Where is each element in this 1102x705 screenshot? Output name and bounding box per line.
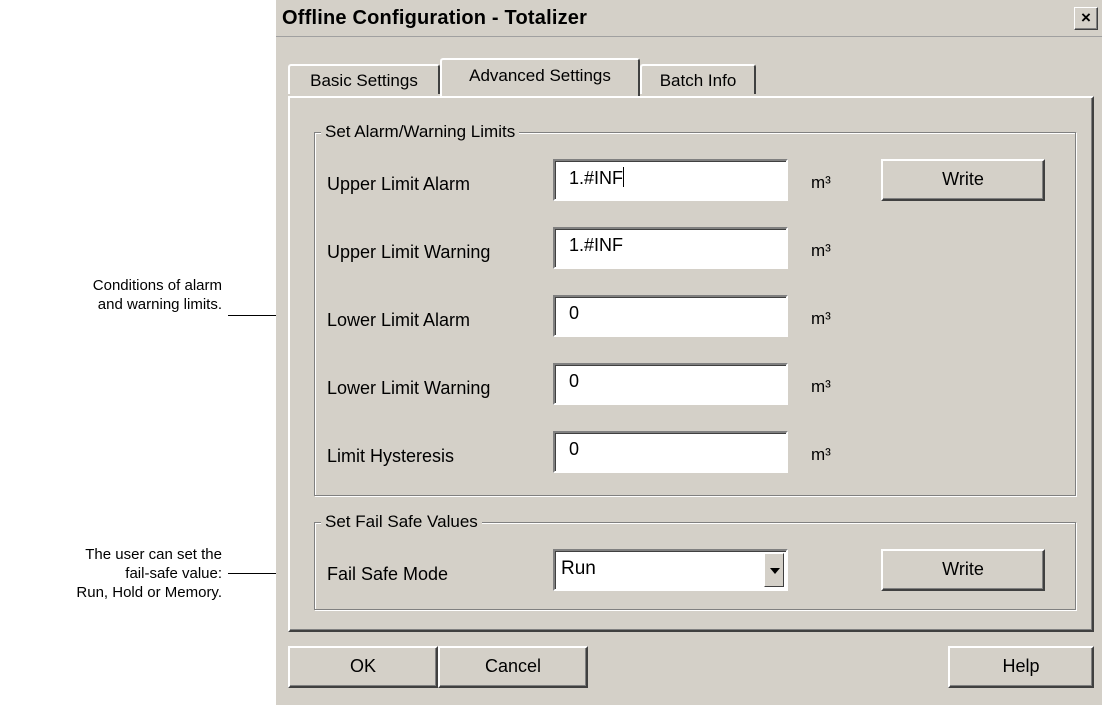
unit-label: m³ (811, 377, 831, 396)
upper-limit-warning-label: Upper Limit Warning (327, 242, 491, 262)
fail-safe-mode-label: Fail Safe Mode (327, 564, 449, 584)
chevron-down-icon[interactable] (764, 553, 784, 587)
upper-limit-warning-input[interactable]: 1.#INF (553, 227, 788, 269)
write-failsafe-button[interactable]: Write (881, 549, 1045, 591)
fail-safe-values-group: Set Fail Safe Values Fail Safe Mode Run … (314, 511, 1076, 610)
upper-limit-alarm-input[interactable]: 1.#INF (553, 159, 788, 201)
cancel-button[interactable]: Cancel (438, 646, 588, 688)
lower-limit-alarm-label: Lower Limit Alarm (327, 310, 471, 330)
tab-basic-settings[interactable]: Basic Settings (288, 64, 440, 94)
selected-value: Run (561, 558, 596, 579)
unit-label: m³ (811, 173, 831, 192)
annotation-line: fail-safe value: (125, 565, 222, 582)
title-bar: Offline Configuration - Totalizer × (276, 0, 1102, 37)
annotation-line: Conditions of alarm (92, 277, 222, 294)
help-button[interactable]: Help (948, 646, 1094, 688)
group-legend: Set Alarm/Warning Limits (321, 121, 520, 143)
tab-batch-info[interactable]: Batch Info (640, 64, 756, 94)
advanced-settings-panel: Set Alarm/Warning Limits Upper Limit Ala… (288, 96, 1094, 632)
offline-configuration-dialog: Offline Configuration - Totalizer × Basi… (276, 0, 1102, 705)
window-title: Offline Configuration - Totalizer (282, 7, 588, 29)
limit-hysteresis-input[interactable]: 0 (553, 431, 788, 473)
unit-label: m³ (811, 445, 831, 464)
tab-advanced-settings[interactable]: Advanced Settings (440, 58, 640, 96)
alarm-limits-annotation: Conditions of alarm and warning limits. (0, 276, 222, 314)
unit-label: m³ (811, 241, 831, 260)
lower-limit-warning-input[interactable]: 0 (553, 363, 788, 405)
annotation-line: and warning limits. (97, 296, 222, 313)
lower-limit-alarm-input[interactable]: 0 (553, 295, 788, 337)
text-caret (623, 167, 625, 187)
upper-limit-alarm-label: Upper Limit Alarm (327, 174, 471, 194)
group-legend: Set Fail Safe Values (321, 511, 482, 533)
write-limits-button[interactable]: Write (881, 159, 1045, 201)
ok-button[interactable]: OK (288, 646, 438, 688)
lower-limit-warning-label: Lower Limit Warning (327, 378, 491, 398)
alarm-warning-limits-group: Set Alarm/Warning Limits Upper Limit Ala… (314, 121, 1076, 496)
fail-safe-mode-select[interactable]: Run (553, 549, 788, 591)
limit-hysteresis-label: Limit Hysteresis (327, 446, 455, 466)
close-icon[interactable]: × (1074, 7, 1098, 30)
failsafe-annotation: The user can set the fail-safe value: Ru… (0, 545, 222, 602)
annotation-line: The user can set the (85, 546, 222, 563)
unit-label: m³ (811, 309, 831, 328)
annotation-line: Run, Hold or Memory. (76, 584, 222, 601)
